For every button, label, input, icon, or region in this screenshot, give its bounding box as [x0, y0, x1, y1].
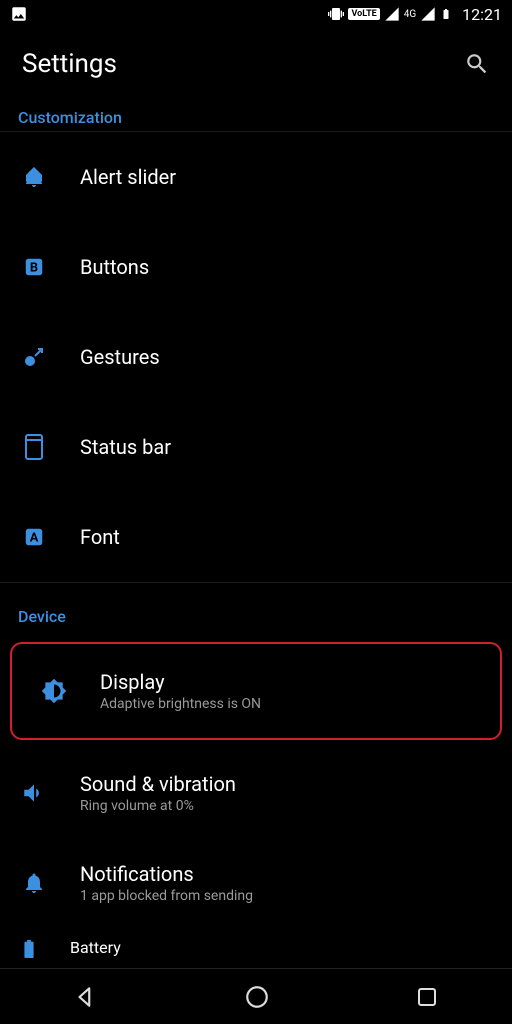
row-gestures[interactable]: Gestures	[0, 312, 512, 402]
row-display[interactable]: Display Adaptive brightness is ON	[20, 656, 492, 726]
search-button[interactable]	[464, 51, 490, 77]
status-bar-icon	[18, 434, 50, 460]
battery-icon	[440, 5, 452, 23]
volte-badge: VoLTE	[348, 8, 379, 20]
sub-notifications: 1 app blocked from sending	[80, 888, 494, 904]
gestures-icon	[18, 345, 50, 369]
label-notifications: Notifications	[80, 862, 494, 886]
back-icon	[73, 984, 99, 1010]
section-header-device: Device	[0, 583, 512, 642]
alert-slider-icon	[18, 165, 50, 189]
page-title: Settings	[22, 49, 117, 79]
label-display: Display	[100, 670, 474, 694]
signal-icon-2	[420, 6, 436, 22]
label-sound: Sound & vibration	[80, 772, 494, 796]
clock: 12:21	[462, 5, 502, 24]
sub-sound: Ring volume at 0%	[80, 798, 494, 814]
row-sound[interactable]: Sound & vibration Ring volume at 0%	[0, 748, 512, 838]
label-gestures: Gestures	[80, 345, 494, 369]
sub-display: Adaptive brightness is ON	[100, 696, 474, 712]
notifications-icon	[18, 871, 50, 895]
svg-text:A: A	[30, 531, 39, 546]
display-icon	[38, 678, 70, 704]
label-status-bar: Status bar	[80, 435, 494, 459]
vibrate-icon	[328, 6, 344, 22]
image-icon	[10, 5, 28, 23]
signal-icon-1	[384, 6, 400, 22]
row-buttons[interactable]: B Buttons	[0, 222, 512, 312]
label-alert-slider: Alert slider	[80, 165, 494, 189]
svg-text:B: B	[30, 261, 38, 276]
row-alert-slider[interactable]: Alert slider	[0, 132, 512, 222]
label-battery: Battery	[70, 938, 121, 957]
nav-back-button[interactable]	[73, 984, 99, 1010]
label-font: Font	[80, 525, 494, 549]
recents-icon	[415, 985, 439, 1009]
navigation-bar	[0, 968, 512, 1024]
font-icon: A	[18, 526, 50, 548]
buttons-icon: B	[18, 256, 50, 278]
sound-icon	[18, 780, 50, 806]
highlighted-row: Display Adaptive brightness is ON	[10, 642, 502, 740]
home-icon	[244, 984, 270, 1010]
section-header-customization: Customization	[0, 100, 512, 131]
row-status-bar[interactable]: Status bar	[0, 402, 512, 492]
row-battery[interactable]: Battery	[0, 928, 512, 958]
nav-home-button[interactable]	[244, 984, 270, 1010]
signal-4g-label: 4G	[404, 9, 416, 20]
row-notifications[interactable]: Notifications 1 app blocked from sending	[0, 838, 512, 928]
app-bar: Settings	[0, 28, 512, 100]
nav-recents-button[interactable]	[415, 985, 439, 1009]
search-icon	[464, 51, 490, 77]
row-font[interactable]: A Font	[0, 492, 512, 582]
battery-setting-icon	[18, 938, 40, 958]
status-bar: VoLTE 4G 12:21	[0, 0, 512, 28]
label-buttons: Buttons	[80, 255, 494, 279]
